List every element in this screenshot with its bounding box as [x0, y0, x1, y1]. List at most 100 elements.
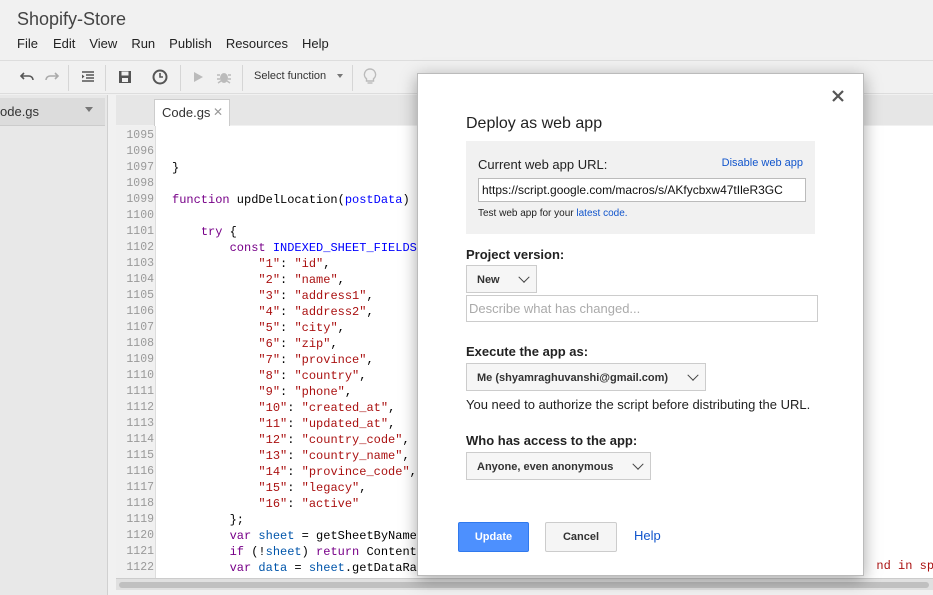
line-number: 1121: [126, 545, 154, 558]
save-icon[interactable]: [115, 67, 135, 87]
code-line: "6": "zip",: [258, 337, 338, 351]
file-item-code[interactable]: ode.gs: [0, 98, 105, 126]
web-app-url-field[interactable]: https://script.google.com/macros/s/AKfyc…: [478, 178, 806, 202]
menu-publish[interactable]: Publish: [169, 36, 212, 51]
code-line: const INDEXED_SHEET_FIELDS: [229, 241, 417, 255]
code-line: "10": "created_at",: [258, 401, 396, 415]
code-line: var sheet = getSheetByName: [229, 529, 417, 543]
chevron-down-icon: [518, 271, 530, 283]
undo-icon[interactable]: [17, 67, 37, 87]
code-line: "11": "updated_at",: [258, 417, 396, 431]
line-number: 1102: [126, 241, 154, 254]
line-number: 1119: [126, 513, 154, 526]
overflow-code-text: nd in spre: [876, 559, 933, 573]
redo-icon[interactable]: [42, 67, 62, 87]
project-version-label: Project version:: [466, 247, 565, 262]
code-line: "5": "city",: [258, 321, 345, 335]
run-icon[interactable]: [188, 67, 208, 87]
dialog-title: Deploy as web app: [466, 115, 603, 132]
chevron-down-icon: [687, 369, 699, 381]
update-button[interactable]: Update: [458, 522, 529, 552]
line-number: 1106: [126, 305, 154, 318]
line-number: 1099: [126, 193, 154, 206]
menubar: File Edit View Run Publish Resources Hel…: [17, 36, 343, 51]
line-number: 1104: [126, 273, 154, 286]
file-item-label: ode.gs: [0, 104, 40, 119]
current-url-label: Current web app URL:: [478, 157, 608, 172]
code-line: if (!sheet) return Content: [229, 545, 417, 559]
line-number: 1110: [126, 369, 154, 382]
code-line: "4": "address2",: [258, 305, 374, 319]
line-number: 1100: [126, 209, 154, 222]
code-line: "16": "active": [258, 497, 360, 511]
select-function-dropdown[interactable]: Select function: [254, 70, 344, 82]
horizontal-scrollbar[interactable]: [116, 578, 933, 590]
deploy-dialog: Deploy as web app Current web app URL: D…: [417, 73, 864, 576]
code-line: "7": "province",: [258, 353, 374, 367]
menu-view[interactable]: View: [89, 36, 117, 51]
code-line: };: [172, 513, 245, 527]
line-number: 1108: [126, 337, 154, 350]
line-number: 1120: [126, 529, 154, 542]
latest-code-link[interactable]: latest code.: [576, 208, 627, 219]
code-line: "1": "id",: [258, 257, 331, 271]
menu-edit[interactable]: Edit: [53, 36, 75, 51]
chevron-down-icon: [632, 458, 644, 470]
current-url-panel: Current web app URL: Disable web app htt…: [466, 141, 815, 234]
execute-as-select[interactable]: Me (shyamraghuvanshi@gmail.com): [466, 363, 706, 391]
close-icon[interactable]: [831, 89, 847, 105]
tab-code-gs[interactable]: Code.gs ✕: [154, 99, 230, 126]
code-line: function updDelLocation(postData): [172, 193, 410, 207]
code-line: "8": "country",: [258, 369, 367, 383]
line-number: 1101: [126, 225, 154, 238]
menu-file[interactable]: File: [17, 36, 38, 51]
line-number: 1103: [126, 257, 154, 270]
code-line: }: [172, 161, 180, 175]
scrollbar-thumb[interactable]: [119, 582, 929, 588]
line-number: 1112: [126, 401, 154, 414]
line-number: 1097: [126, 161, 154, 174]
line-number: 1113: [126, 417, 154, 430]
code-line: "3": "address1",: [258, 289, 374, 303]
version-description-input[interactable]: Describe what has changed...: [466, 295, 818, 322]
indent-icon[interactable]: [78, 67, 98, 87]
line-number: 1098: [126, 177, 154, 190]
close-tab-icon[interactable]: ✕: [213, 105, 223, 119]
project-version-select[interactable]: New: [466, 265, 537, 293]
disable-web-app-link[interactable]: Disable web app: [722, 157, 803, 169]
code-line: var data = sheet.getDataRa: [229, 561, 417, 575]
menu-run[interactable]: Run: [131, 36, 155, 51]
test-web-app-text: Test web app for your latest code.: [478, 208, 628, 219]
code-line: "13": "country_name",: [258, 449, 410, 463]
dropdown-arrow-icon[interactable]: [85, 107, 93, 112]
code-line: "12": "country_code",: [258, 433, 410, 447]
access-label: Who has access to the app:: [466, 433, 638, 448]
execute-as-label: Execute the app as:: [466, 344, 589, 359]
line-number: 1096: [126, 145, 154, 158]
code-line: "15": "legacy",: [258, 481, 367, 495]
select-function-label: Select function: [254, 70, 327, 82]
line-number: 1117: [126, 481, 154, 494]
line-number: 1114: [126, 433, 154, 446]
code-line: "14": "province_code",: [258, 465, 417, 479]
debug-bug-icon[interactable]: [214, 67, 234, 87]
code-line: try {: [200, 225, 237, 239]
lightbulb-icon[interactable]: [360, 67, 380, 87]
app-title: Shopify-Store: [17, 9, 127, 29]
menu-resources[interactable]: Resources: [226, 36, 288, 51]
menu-help[interactable]: Help: [302, 36, 329, 51]
line-number: 1107: [126, 321, 154, 334]
file-panel: [0, 95, 108, 595]
triggers-clock-icon[interactable]: [150, 67, 170, 87]
line-number: 1116: [126, 465, 154, 478]
line-number: 1115: [126, 449, 154, 462]
line-number: 1122: [126, 561, 154, 574]
authorize-note: You need to authorize the script before …: [466, 397, 811, 412]
line-number: 1095: [126, 129, 154, 142]
access-select[interactable]: Anyone, even anonymous: [466, 452, 651, 480]
help-link[interactable]: Help: [634, 528, 661, 543]
caret-down-icon: [337, 74, 344, 79]
cancel-button[interactable]: Cancel: [545, 522, 617, 552]
line-number: 1109: [126, 353, 154, 366]
line-number: 1118: [126, 497, 154, 510]
